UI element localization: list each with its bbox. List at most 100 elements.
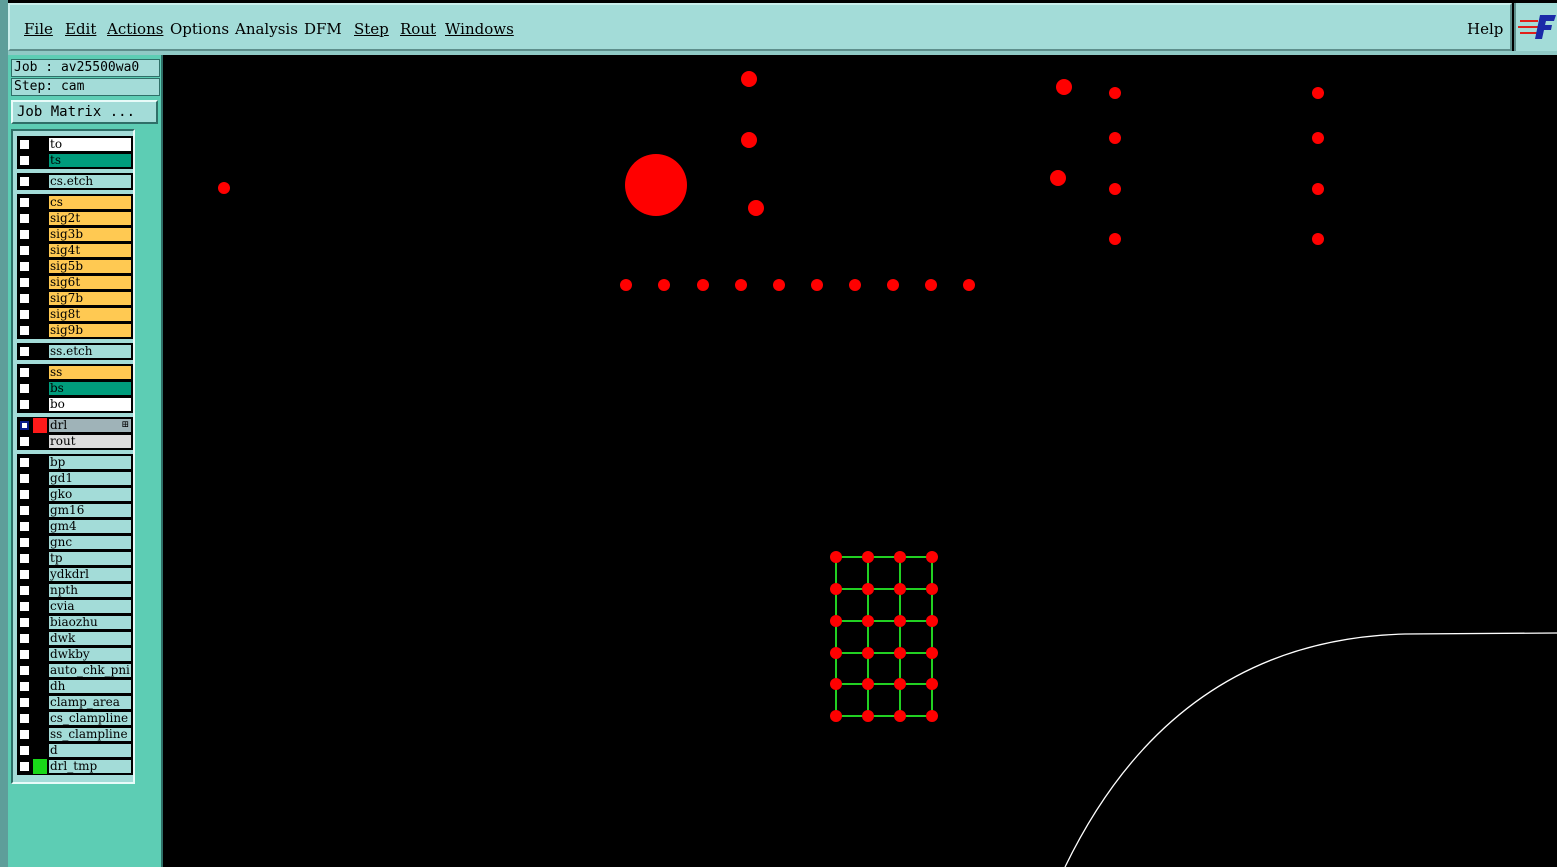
drill-pad[interactable]	[1312, 183, 1324, 195]
layer-checkbox[interactable]	[19, 681, 30, 692]
graphic-canvas[interactable]	[163, 55, 1557, 867]
drill-pad[interactable]	[773, 279, 785, 291]
layer-row-gm16[interactable]: gm16	[17, 502, 133, 519]
layer-checkbox[interactable]	[19, 155, 30, 166]
layer-row-dwkby[interactable]: dwkby	[17, 646, 133, 663]
layer-row-drl_tmp[interactable]: drl_tmp	[17, 758, 133, 775]
layer-row-ss_clampline[interactable]: ss_clampline	[17, 726, 133, 743]
layer-row-ydkdrl[interactable]: ydkdrl	[17, 566, 133, 583]
layer-checkbox[interactable]	[19, 399, 30, 410]
layer-checkbox[interactable]	[19, 601, 30, 612]
layer-name[interactable]: bs	[48, 381, 132, 396]
grid-pad[interactable]	[894, 647, 906, 659]
grid-pad[interactable]	[926, 583, 938, 595]
layer-checkbox[interactable]	[19, 729, 30, 740]
layer-row-sig8t[interactable]: sig8t	[17, 306, 133, 323]
layer-row-gd1[interactable]: gd1	[17, 470, 133, 487]
layer-row-bp[interactable]: bp	[17, 454, 133, 471]
grid-pad[interactable]	[926, 551, 938, 563]
layer-checkbox[interactable]	[19, 176, 30, 187]
layer-row-bo[interactable]: bo	[17, 396, 133, 413]
layer-checkbox[interactable]	[19, 585, 30, 596]
layer-row-cs.etch[interactable]: cs.etch	[17, 173, 133, 190]
layer-checkbox[interactable]	[19, 713, 30, 724]
layer-checkbox[interactable]	[19, 505, 30, 516]
drill-pad[interactable]	[218, 182, 230, 194]
layer-row-d[interactable]: d	[17, 742, 133, 759]
drill-pad[interactable]	[811, 279, 823, 291]
drill-pad[interactable]	[963, 279, 975, 291]
layer-name[interactable]: sig4t	[48, 243, 132, 258]
grid-pad[interactable]	[830, 678, 842, 690]
layer-row-sig6t[interactable]: sig6t	[17, 274, 133, 291]
layer-checkbox[interactable]	[19, 277, 30, 288]
layer-row-sig3b[interactable]: sig3b	[17, 226, 133, 243]
grid-pad[interactable]	[926, 647, 938, 659]
layer-name[interactable]: dwk	[48, 631, 132, 646]
layer-checkbox[interactable]	[19, 489, 30, 500]
layer-row-gko[interactable]: gko	[17, 486, 133, 503]
layer-name[interactable]: gm16	[48, 503, 132, 518]
layer-name[interactable]: ss	[48, 365, 132, 380]
layer-name[interactable]: bo	[48, 397, 132, 412]
grid-pad[interactable]	[830, 615, 842, 627]
grid-pad[interactable]	[894, 583, 906, 595]
menu-options[interactable]: Options	[170, 20, 229, 38]
layer-name[interactable]: sig5b	[48, 259, 132, 274]
layer-checkbox[interactable]	[19, 761, 30, 772]
layer-name[interactable]: drl_tmp	[48, 759, 132, 774]
layer-checkbox[interactable]	[19, 325, 30, 336]
menu-windows[interactable]: Windows	[445, 20, 514, 38]
layer-row-clamp_area[interactable]: clamp_area	[17, 694, 133, 711]
menu-step[interactable]: Step	[354, 20, 389, 38]
layer-checkbox[interactable]	[19, 261, 30, 272]
layer-row-cs_clampline[interactable]: cs_clampline	[17, 710, 133, 727]
menu-file[interactable]: File	[24, 20, 53, 38]
drill-pad[interactable]	[697, 279, 709, 291]
layer-checkbox[interactable]	[19, 346, 30, 357]
layer-checkbox[interactable]	[19, 521, 30, 532]
layer-name[interactable]: sig7b	[48, 291, 132, 306]
layer-checkbox[interactable]	[19, 745, 30, 756]
drill-pad[interactable]	[741, 71, 757, 87]
layer-checkbox[interactable]	[19, 245, 30, 256]
layer-checkbox[interactable]	[19, 617, 30, 628]
layer-row-rout[interactable]: rout	[17, 433, 133, 450]
layer-name[interactable]: to	[48, 137, 132, 152]
layer-checkbox[interactable]	[19, 436, 30, 447]
layer-name[interactable]: gd1	[48, 471, 132, 486]
menu-rout[interactable]: Rout	[400, 20, 436, 38]
layer-row-sig2t[interactable]: sig2t	[17, 210, 133, 227]
grid-pad[interactable]	[862, 583, 874, 595]
layer-name[interactable]: sig6t	[48, 275, 132, 290]
layer-name[interactable]: drl ⊞	[48, 418, 132, 433]
layer-row-gnc[interactable]: gnc	[17, 534, 133, 551]
layer-row-drl[interactable]: drl ⊞	[17, 417, 133, 434]
layer-name[interactable]: rout	[48, 434, 132, 449]
drill-pad[interactable]	[748, 200, 764, 216]
menu-edit[interactable]: Edit	[65, 20, 96, 38]
layer-checkbox[interactable]	[19, 420, 30, 431]
layer-checkbox[interactable]	[19, 367, 30, 378]
grid-pad[interactable]	[830, 551, 842, 563]
layer-checkbox[interactable]	[19, 383, 30, 394]
layer-checkbox[interactable]	[19, 537, 30, 548]
menu-help[interactable]: Help	[1467, 20, 1503, 38]
grid-pad[interactable]	[830, 583, 842, 595]
drill-pad[interactable]	[925, 279, 937, 291]
layer-checkbox[interactable]	[19, 309, 30, 320]
layer-row-ss[interactable]: ss	[17, 364, 133, 381]
job-matrix-button[interactable]: Job Matrix ...	[11, 100, 158, 124]
layer-checkbox[interactable]	[19, 553, 30, 564]
drill-pad[interactable]	[1109, 233, 1121, 245]
menu-dfm[interactable]: DFM	[304, 20, 342, 38]
drill-pad[interactable]	[1312, 132, 1324, 144]
drill-pad-large[interactable]	[625, 154, 687, 216]
layer-checkbox[interactable]	[19, 139, 30, 150]
layer-row-gm4[interactable]: gm4	[17, 518, 133, 535]
layer-name[interactable]: gnc	[48, 535, 132, 550]
layer-name[interactable]: npth	[48, 583, 132, 598]
layer-row-tp[interactable]: tp	[17, 550, 133, 567]
layer-row-auto_chk_pni[interactable]: auto_chk_pni	[17, 662, 133, 679]
layer-row-dwk[interactable]: dwk	[17, 630, 133, 647]
